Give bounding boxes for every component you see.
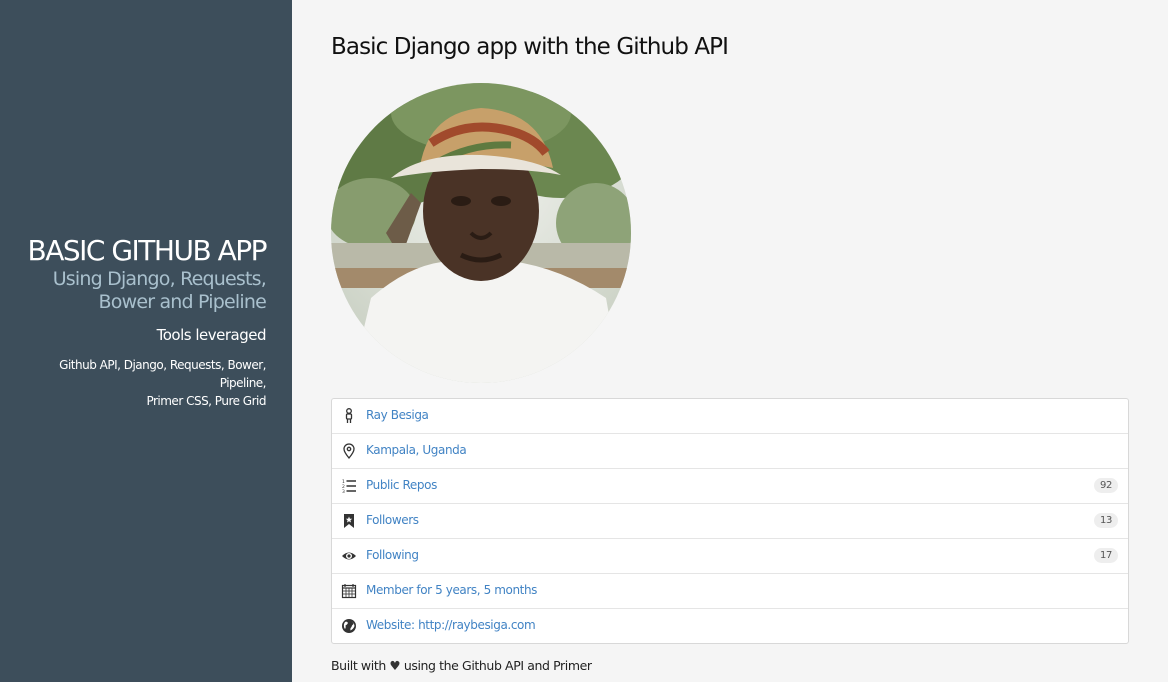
profile-followers-link[interactable]: Followers [366,513,419,527]
site-title: BASIC GITHUB APP [27,234,268,267]
profile-details: Ray Besiga Kampala, Uganda 1 2 3 Public … [331,398,1129,644]
profile-following-link[interactable]: Following [366,548,419,562]
svg-text:3: 3 [342,489,345,494]
sidebar-content: BASIC GITHUB APP Using Django, Requests,… [16,234,268,410]
profile-location-link[interactable]: Kampala, Uganda [366,443,467,457]
site-subtitle: Using Django, Requests, Bower and Pipeli… [16,268,267,314]
tools-list-line-2: Primer CSS, Pure Grid [146,394,266,408]
avatar [331,83,631,383]
bookmark-icon [344,514,354,528]
heart-icon: ♥ [389,658,401,673]
person-icon [345,408,353,423]
sidebar: BASIC GITHUB APP Using Django, Requests,… [0,0,292,682]
site-subtitle-line-1: Using Django, Requests, [52,268,267,290]
page: BASIC GITHUB APP Using Django, Requests,… [0,0,1168,682]
tools-list-line-1: Github API, Django, Requests, Bower, Pip… [59,358,266,390]
followers-count-badge: 13 [1094,513,1118,528]
profile-row-member-since: Member for 5 years, 5 months [332,574,1128,609]
profile-row-website: Website: http://raybesiga.com [332,609,1128,643]
profile-public-repos-link[interactable]: Public Repos [366,478,437,492]
profile-row-name: Ray Besiga [332,399,1128,434]
eye-icon [342,552,356,560]
calendar-icon [341,584,357,599]
profile-row-followers: Followers 13 [332,504,1128,539]
profile-website-link[interactable]: Website: http://raybesiga.com [366,618,536,632]
tools-list: Github API, Django, Requests, Bower, Pip… [16,356,266,410]
location-icon [343,443,355,459]
profile-row-location: Kampala, Uganda [332,434,1128,469]
repo-list-icon: 1 2 3 [342,479,356,494]
footer-prefix: Built with [331,658,386,673]
profile-member-since-link[interactable]: Member for 5 years, 5 months [366,583,537,597]
tools-heading: Tools leveraged [156,326,267,344]
footer-suffix: using the Github API and Primer [403,658,592,673]
page-title: Basic Django app with the Github API [331,34,729,60]
profile-row-repos: 1 2 3 Public Repos 92 [332,469,1128,504]
profile-name-link[interactable]: Ray Besiga [366,408,429,422]
profile-row-following: Following 17 [332,539,1128,574]
site-subtitle-line-2: Bower and Pipeline [98,291,267,313]
following-count-badge: 17 [1094,548,1118,563]
footer: Built with ♥ using the Github API and Pr… [331,658,592,673]
public-repos-count-badge: 92 [1094,478,1118,493]
globe-icon [342,619,356,633]
